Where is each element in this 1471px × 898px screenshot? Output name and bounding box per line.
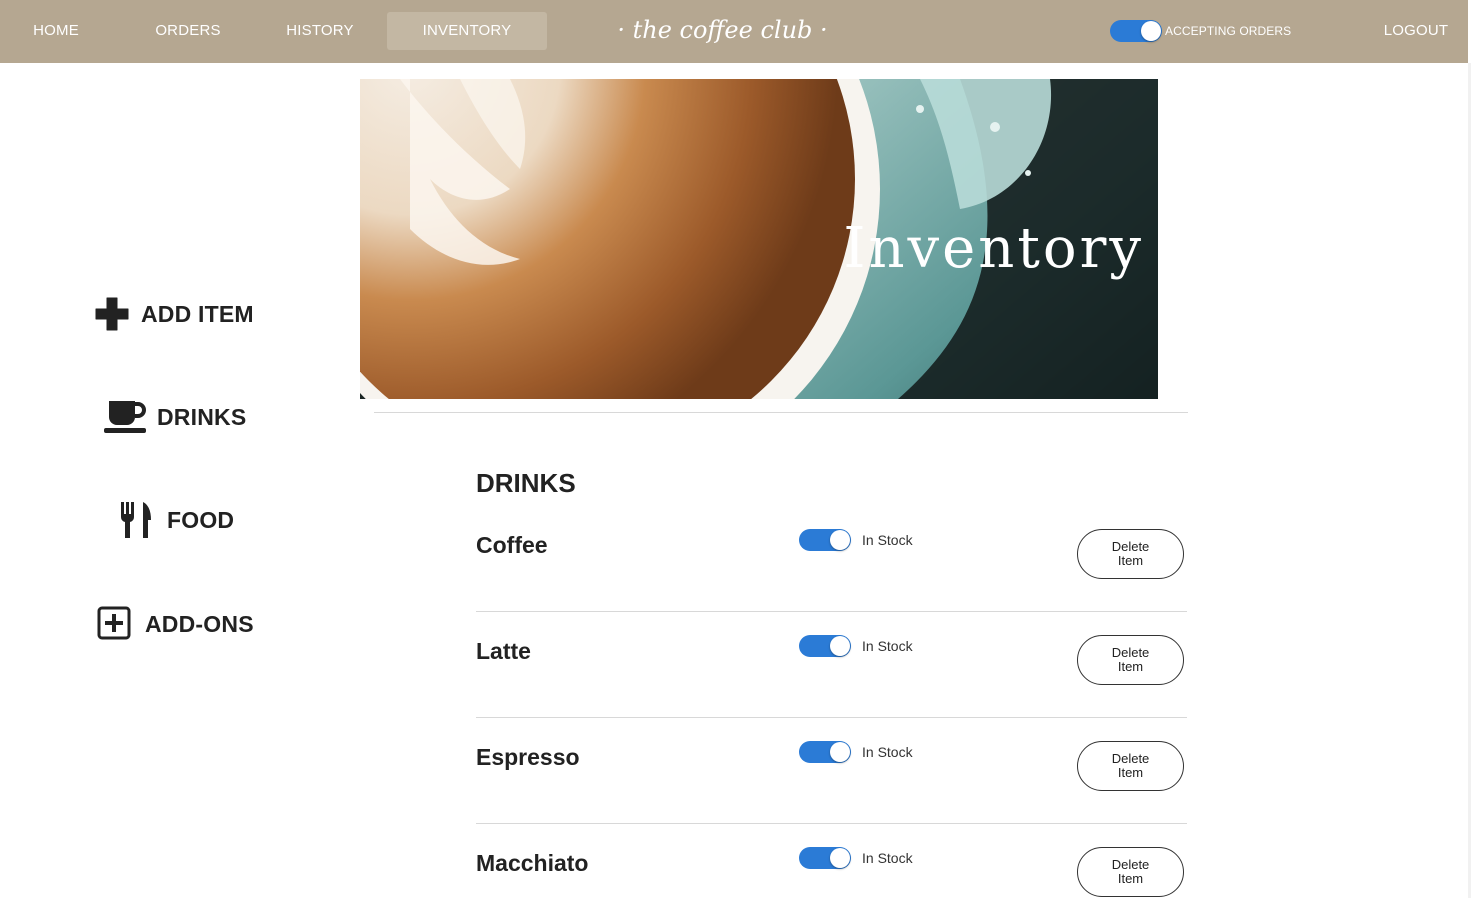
toggle-knob: [830, 530, 850, 550]
sidebar-item-drinks[interactable]: DRINKS: [103, 397, 246, 437]
stock-status: In Stock: [862, 532, 913, 548]
sidebar-item-add-ons[interactable]: ADD-ONS: [97, 604, 254, 644]
delete-item-button[interactable]: Delete Item: [1077, 529, 1184, 579]
nav-home[interactable]: HOME: [18, 12, 94, 50]
delete-item-button[interactable]: Delete Item: [1077, 741, 1184, 791]
sidebar-item-label: ADD-ONS: [145, 610, 254, 637]
stock-toggle[interactable]: [799, 847, 851, 869]
sidebar-item-label: FOOD: [167, 506, 235, 533]
section-title: DRINKS: [476, 468, 576, 498]
inventory-row: Espresso In Stock Delete Item: [476, 718, 1187, 824]
sidebar-item-add-item[interactable]: ADD ITEM: [95, 294, 254, 334]
stock-toggle[interactable]: [799, 635, 851, 657]
item-name: Latte: [476, 638, 531, 664]
hero-title: Inventory: [843, 216, 1144, 281]
toggle-knob: [830, 636, 850, 656]
nav-logout[interactable]: LOGOUT: [1374, 12, 1458, 50]
item-name: Espresso: [476, 744, 580, 770]
nav-orders[interactable]: ORDERS: [147, 12, 229, 50]
plus-square-icon: [97, 606, 133, 642]
stock-status: In Stock: [862, 638, 913, 654]
item-name: Macchiato: [476, 850, 589, 876]
brand-logo: · the coffee club ·: [617, 16, 828, 44]
stock-status: In Stock: [862, 850, 913, 866]
sidebar-item-label: DRINKS: [157, 403, 247, 430]
accepting-orders-toggle[interactable]: [1110, 20, 1162, 42]
fork-knife-icon: [119, 501, 153, 539]
stock-toggle[interactable]: [799, 741, 851, 763]
hero-banner: Inventory: [360, 79, 1158, 399]
toggle-knob: [830, 742, 850, 762]
accepting-orders-label: ACCEPTING ORDERS: [1165, 24, 1292, 38]
inventory-row: Coffee In Stock Delete Item: [476, 506, 1187, 612]
toggle-knob: [1141, 21, 1161, 41]
inventory-row: Macchiato In Stock Delete Item: [476, 824, 1187, 898]
nav-inventory[interactable]: INVENTORY: [387, 12, 547, 50]
plus-icon: [95, 297, 129, 331]
coffee-cup-icon: [103, 399, 147, 435]
nav-history[interactable]: HISTORY: [276, 12, 364, 50]
divider: [374, 412, 1188, 413]
sidebar-item-food[interactable]: FOOD: [119, 500, 234, 540]
item-name: Coffee: [476, 532, 548, 558]
sidebar-item-label: ADD ITEM: [141, 300, 254, 327]
stock-toggle[interactable]: [799, 529, 851, 551]
inventory-row: Latte In Stock Delete Item: [476, 612, 1187, 718]
delete-item-button[interactable]: Delete Item: [1077, 635, 1184, 685]
toggle-knob: [830, 848, 850, 868]
delete-item-button[interactable]: Delete Item: [1077, 847, 1184, 897]
stock-status: In Stock: [862, 744, 913, 760]
top-nav: HOME ORDERS HISTORY INVENTORY · the coff…: [0, 0, 1468, 63]
